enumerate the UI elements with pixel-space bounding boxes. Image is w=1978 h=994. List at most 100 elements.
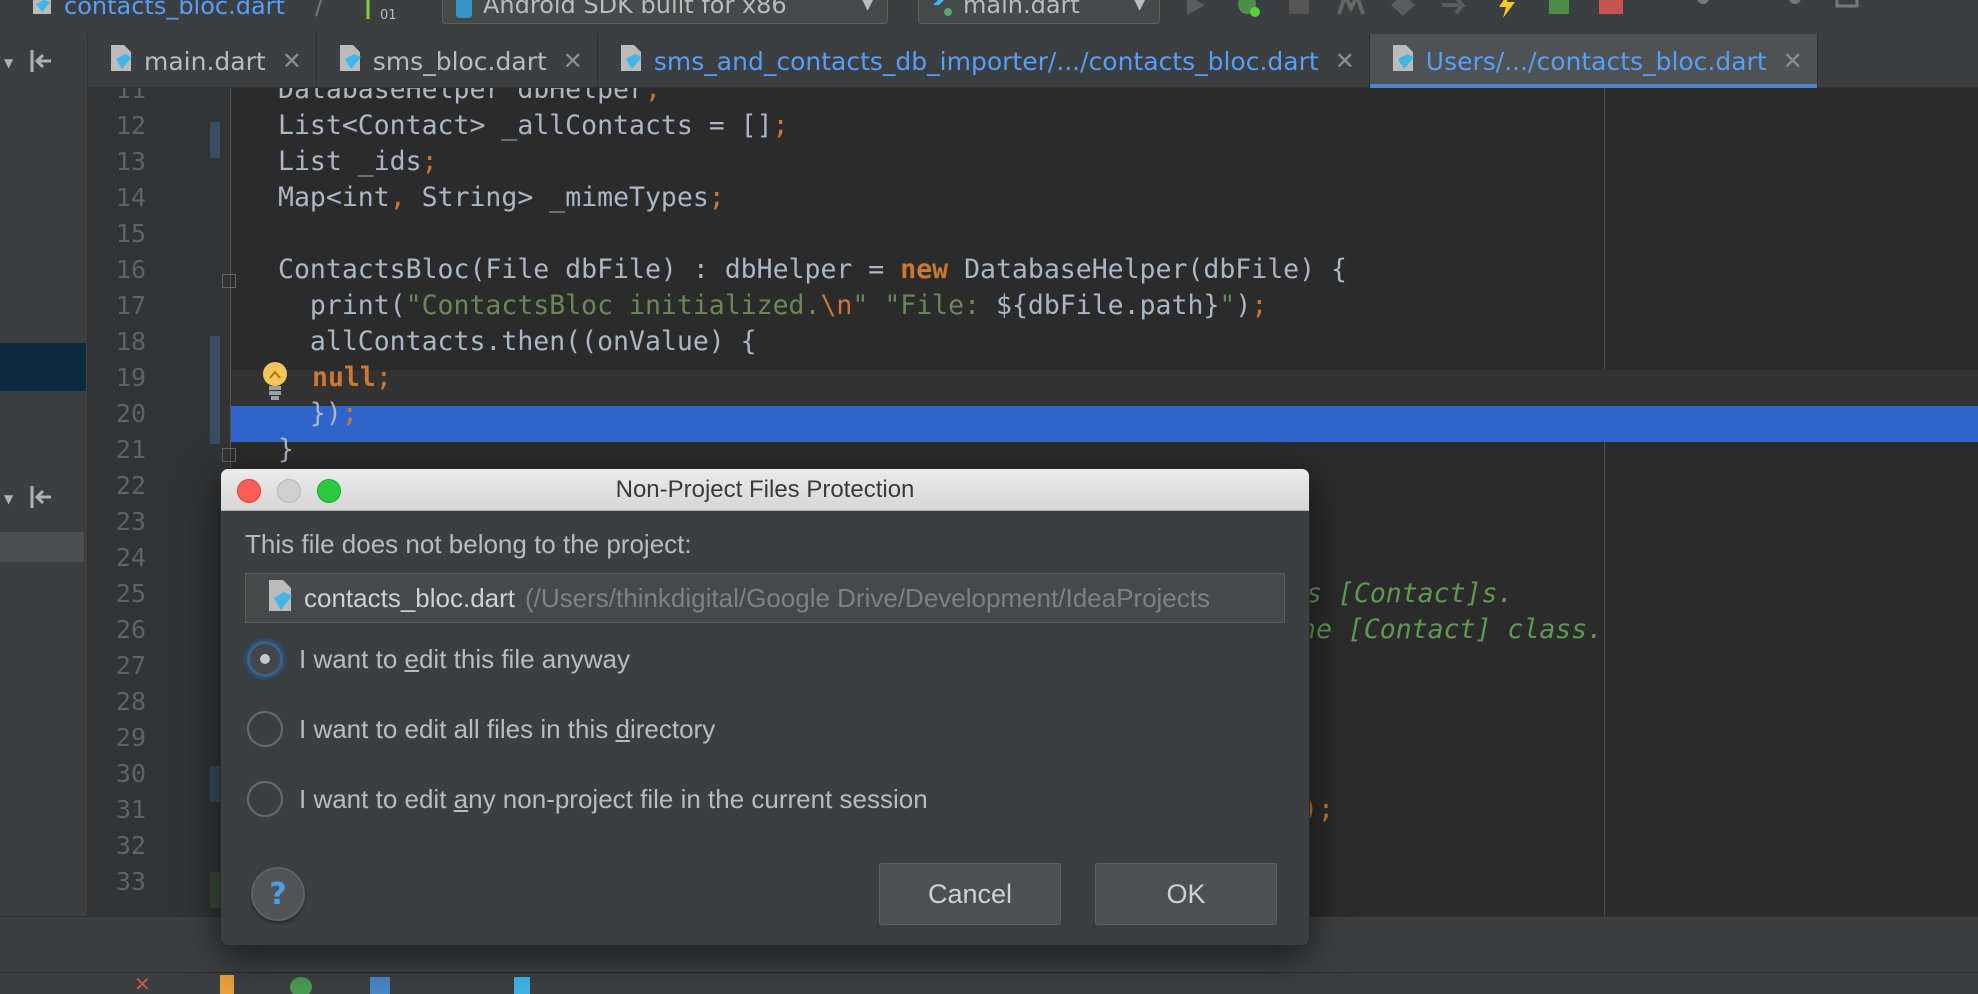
- dialog-title-bar[interactable]: Non-Project Files Protection: [221, 469, 1309, 511]
- selected-line: [231, 406, 1978, 442]
- line-number: 12: [115, 111, 146, 140]
- option-edit-this-file[interactable]: I want to edit this file anyway: [247, 641, 630, 677]
- status-close-icon[interactable]: ✕: [134, 973, 151, 994]
- device-selector[interactable]: Android SDK built for x86 ▼: [442, 0, 888, 24]
- radio-unchecked[interactable]: [247, 711, 283, 747]
- status-tools-icon[interactable]: [370, 977, 390, 994]
- radio-unchecked[interactable]: [247, 781, 283, 817]
- chevron-down-icon: ▼: [862, 0, 873, 13]
- line-number: 25: [115, 579, 146, 608]
- dart-file-icon: [30, 0, 54, 22]
- toolbar-actions: [1180, 0, 1862, 18]
- breadcrumb[interactable]: contacts_bloc.dart /: [30, 0, 323, 22]
- tab-importer-contacts-bloc[interactable]: sms_and_contacts_db_importer/.../contact…: [598, 34, 1370, 88]
- collapse-panel-icon[interactable]: [29, 48, 53, 79]
- run-icon[interactable]: [1180, 0, 1210, 18]
- line-number: 27: [115, 651, 146, 680]
- run-config-selector[interactable]: main.dart ▼: [918, 0, 1160, 24]
- line-number: 21: [115, 435, 146, 464]
- chevron-down-icon[interactable]: ▼: [4, 492, 13, 506]
- fold-marker-icon[interactable]: [222, 274, 236, 288]
- option-label: I want to edit all files in this directo…: [299, 713, 716, 744]
- window-close-icon[interactable]: [237, 479, 261, 503]
- hot-reload-icon[interactable]: [1492, 0, 1522, 18]
- editor-tab-bar: main.dart ✕ sms_bloc.dart ✕ sms_and_cont…: [88, 34, 1978, 88]
- coverage-icon[interactable]: [1284, 0, 1314, 18]
- status-bar: ✕: [0, 972, 1978, 994]
- tab-label: sms_and_contacts_db_importer/.../contact…: [653, 46, 1319, 76]
- tab-main-dart[interactable]: main.dart ✕: [88, 34, 317, 88]
- doc-comment-fragment: he [Contact] class.: [1300, 614, 1604, 645]
- close-icon[interactable]: ✕: [282, 47, 302, 75]
- option-edit-directory[interactable]: I want to edit all files in this directo…: [247, 711, 715, 747]
- device-selector-label: Android SDK built for x86: [483, 0, 787, 19]
- radio-checked[interactable]: [247, 641, 283, 677]
- help-icon: ?: [269, 876, 287, 912]
- line-number: 17: [115, 291, 146, 320]
- close-icon[interactable]: ✕: [563, 47, 583, 75]
- code-line: List _ids;: [278, 146, 438, 177]
- window-zoom-icon[interactable]: [317, 479, 341, 503]
- collapse-panel-icon[interactable]: [29, 484, 53, 515]
- project-tool-window-strip: ▼ ▼: [0, 34, 88, 916]
- status-warning-icon[interactable]: [220, 975, 234, 994]
- cancel-button[interactable]: Cancel: [879, 863, 1061, 925]
- structure-tree-row[interactable]: [0, 532, 84, 562]
- tab-sms-bloc[interactable]: sms_bloc.dart ✕: [317, 34, 598, 88]
- project-panel-controls: ▼: [0, 48, 86, 78]
- android-device-icon: [456, 0, 472, 18]
- devtools-icon[interactable]: [1688, 0, 1718, 18]
- code-line: Map<int, String> _mimeTypes;: [278, 182, 725, 213]
- vcs-change-marker[interactable]: [210, 336, 220, 444]
- breadcrumb-separator: /: [314, 0, 324, 20]
- hot-restart-icon[interactable]: [1544, 0, 1574, 18]
- window-layout-icon[interactable]: [1832, 0, 1862, 18]
- vcs-change-marker[interactable]: [210, 122, 220, 158]
- close-icon[interactable]: ✕: [1335, 47, 1355, 75]
- lightbulb-icon[interactable]: [258, 360, 292, 404]
- line-number: 18: [115, 327, 146, 356]
- vcs-change-marker[interactable]: [210, 766, 220, 802]
- project-tree-selected-row[interactable]: [0, 343, 86, 391]
- flutter-run-config-icon: [933, 0, 952, 16]
- line-number: 19: [115, 363, 146, 392]
- inspector-icon[interactable]: [1780, 0, 1810, 18]
- status-event-icon[interactable]: [290, 977, 312, 994]
- tab-label: Users/.../contacts_bloc.dart: [1425, 46, 1767, 76]
- profile-icon[interactable]: [1336, 0, 1366, 18]
- chevron-down-icon[interactable]: ▼: [4, 56, 13, 70]
- step-icon[interactable]: [1440, 0, 1470, 18]
- line-number: 15: [115, 219, 146, 248]
- tab-label: main.dart: [144, 46, 266, 76]
- option-edit-any-non-project-file[interactable]: I want to edit any non-project file in t…: [247, 781, 928, 817]
- help-button[interactable]: ?: [251, 867, 305, 921]
- line-number: 23: [115, 507, 146, 536]
- code-line: ContactsBloc(File dbFile) : dbHelper = n…: [278, 254, 1347, 285]
- file-info-field: contacts_bloc.dart (/Users/thinkdigital/…: [245, 573, 1285, 623]
- option-label: I want to edit any non-project file in t…: [299, 783, 928, 814]
- vcs-added-marker[interactable]: [210, 872, 220, 908]
- structure-panel-controls: ▼: [0, 484, 86, 514]
- line-number: 22: [115, 471, 146, 500]
- status-dart-icon[interactable]: [514, 977, 530, 994]
- caret-row-highlight: [231, 370, 1978, 406]
- option-label: I want to edit this file anyway: [299, 643, 630, 674]
- right-margin-guide: [1604, 88, 1605, 916]
- fold-marker-icon[interactable]: [222, 448, 236, 462]
- line-number: 30: [115, 759, 146, 788]
- file-path: (/Users/thinkdigital/Google Drive/Develo…: [525, 582, 1210, 613]
- tab-users-contacts-bloc[interactable]: Users/.../contacts_bloc.dart ✕: [1369, 34, 1818, 88]
- vcs-commit-badge[interactable]: 01: [360, 0, 397, 23]
- debug-icon[interactable]: [1232, 0, 1262, 18]
- dart-file-icon: [266, 578, 294, 619]
- attach-debugger-icon[interactable]: [1388, 0, 1418, 18]
- close-icon[interactable]: ✕: [1783, 47, 1803, 75]
- code-line: }: [278, 434, 294, 465]
- ok-button[interactable]: OK: [1095, 863, 1277, 925]
- window-minimize-icon[interactable]: [277, 479, 301, 503]
- stop-icon[interactable]: [1596, 0, 1626, 18]
- line-number: 33: [115, 867, 146, 896]
- line-number: 28: [115, 687, 146, 716]
- code-line: List<Contact> _allContacts = [];: [278, 110, 789, 141]
- dart-file-icon: [618, 43, 644, 79]
